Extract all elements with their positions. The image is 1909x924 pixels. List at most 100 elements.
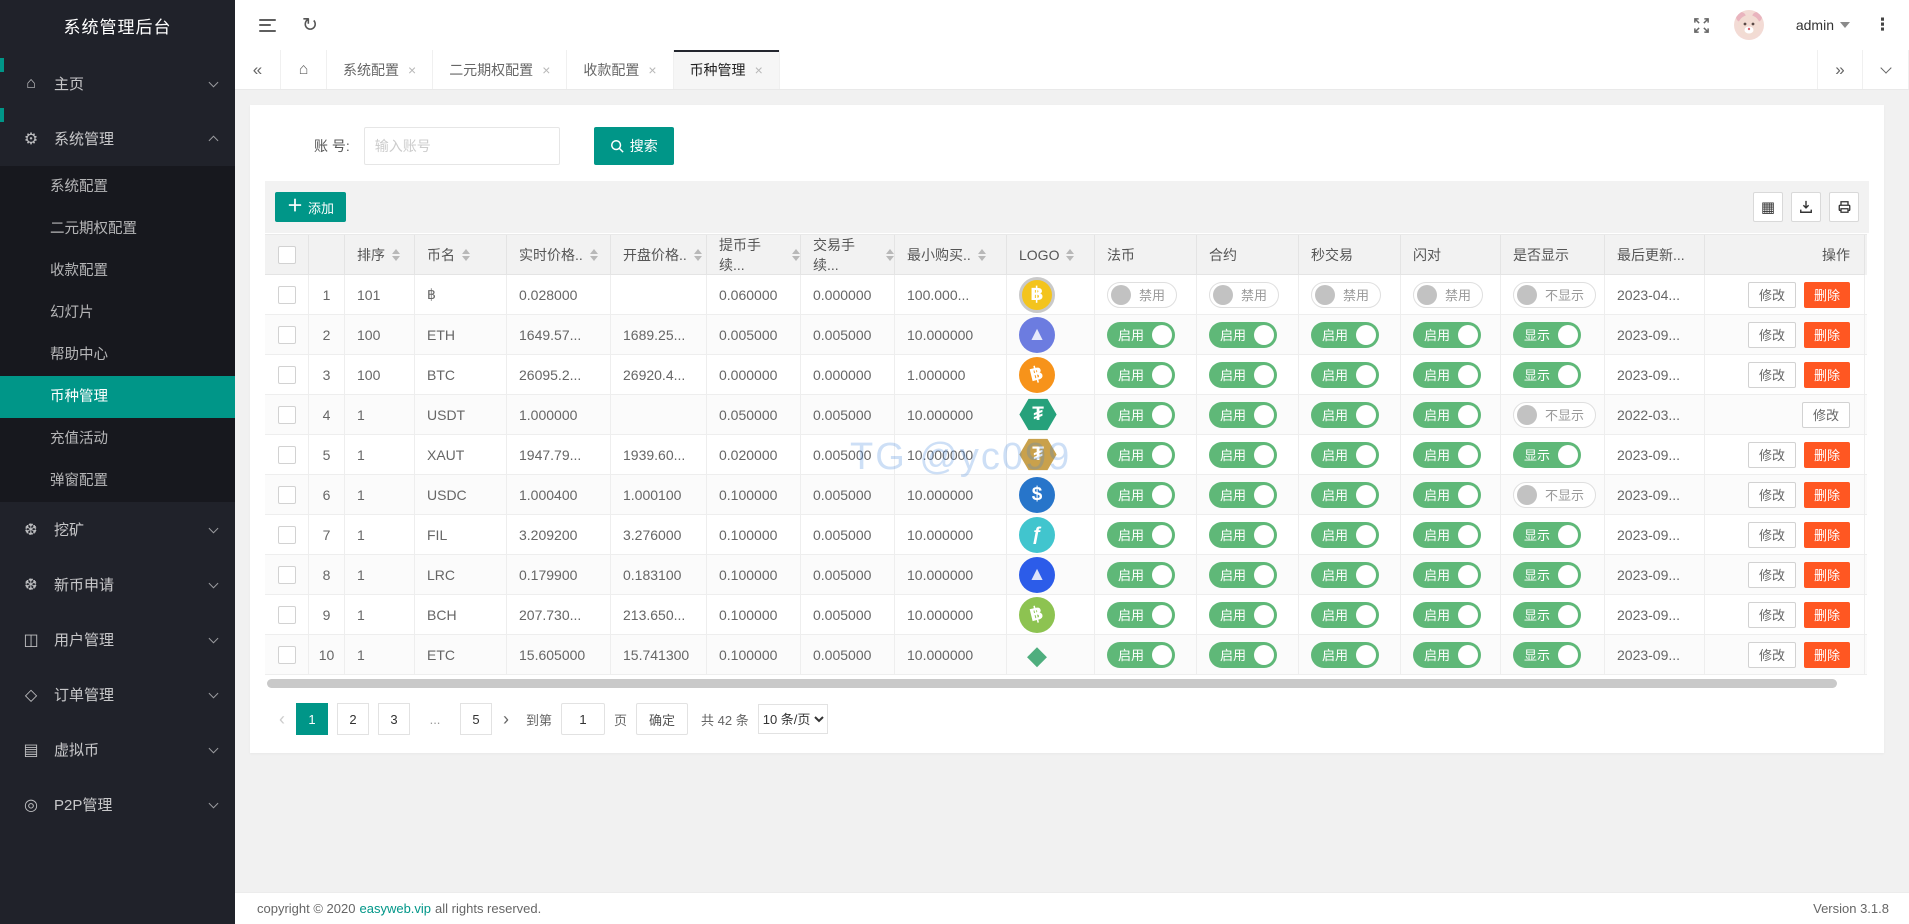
select-all-checkbox[interactable] [277, 245, 296, 264]
delete-button[interactable]: 删除 [1803, 361, 1850, 388]
flash-toggle[interactable]: 启用 [1413, 521, 1482, 548]
page-button[interactable]: 3 [378, 703, 410, 735]
edit-button[interactable]: 修改 [1747, 561, 1796, 588]
sort-icon[interactable] [792, 248, 800, 261]
row-checkbox[interactable] [277, 485, 296, 504]
contract-toggle[interactable]: 启用 [1209, 601, 1278, 628]
tab-binary-option-config[interactable]: 二元期权配置 × [433, 50, 568, 89]
per-page-select[interactable]: 10 条/页 [757, 704, 828, 734]
sidebar-item-user-management[interactable]: ◫ 用户管理 [0, 612, 235, 667]
menu-collapse-icon[interactable] [259, 18, 276, 32]
footer-link[interactable]: easyweb.vip [359, 901, 431, 916]
row-checkbox[interactable] [277, 605, 296, 624]
sort-icon[interactable] [1066, 248, 1075, 261]
close-icon[interactable]: × [408, 62, 416, 78]
sort-icon[interactable] [392, 248, 400, 261]
sidebar-item-system-management[interactable]: ⚙ 系统管理 [0, 111, 235, 166]
sidebar-item-popup-config[interactable]: 弹窗配置 [0, 460, 235, 502]
sidebar-item-coin-management[interactable]: 币种管理 [0, 376, 235, 418]
edit-button[interactable]: 修改 [1747, 641, 1796, 668]
sidebar-item-order-management[interactable]: ◇ 订单管理 [0, 667, 235, 722]
tab-payment-config[interactable]: 收款配置 × [567, 50, 674, 89]
delete-button[interactable]: 删除 [1803, 481, 1850, 508]
edit-button[interactable]: 修改 [1747, 521, 1796, 548]
delete-button[interactable]: 删除 [1803, 321, 1850, 348]
export-icon[interactable] [1791, 192, 1821, 222]
sidebar-item-p2p-management[interactable]: ◎ P2P管理 [0, 777, 235, 832]
horizontal-scrollbar[interactable] [267, 679, 1837, 688]
contract-toggle[interactable]: 启用 [1209, 641, 1278, 668]
row-checkbox[interactable] [277, 445, 296, 464]
page-button[interactable]: 5 [460, 703, 492, 735]
fiat-toggle[interactable]: 启用 [1107, 481, 1176, 508]
row-checkbox[interactable] [277, 325, 296, 344]
sidebar-item-help-center[interactable]: 帮助中心 [0, 334, 235, 376]
fiat-toggle[interactable]: 启用 [1107, 521, 1176, 548]
columns-filter-icon[interactable]: ▦ [1753, 192, 1783, 222]
flash-toggle[interactable]: 启用 [1413, 601, 1482, 628]
visible-toggle[interactable]: 不显示 [1513, 481, 1597, 508]
sidebar-item-virtual-coin[interactable]: ▤ 虚拟币 [0, 722, 235, 777]
contract-toggle[interactable]: 启用 [1209, 441, 1278, 468]
seconds-toggle[interactable]: 启用 [1311, 481, 1380, 508]
refresh-icon[interactable]: ↻ [302, 16, 318, 35]
edit-button[interactable]: 修改 [1747, 441, 1796, 468]
close-icon[interactable]: × [648, 62, 656, 78]
avatar[interactable] [1733, 10, 1764, 40]
contract-toggle[interactable]: 启用 [1209, 321, 1278, 348]
sort-icon[interactable] [977, 248, 986, 261]
edit-button[interactable]: 修改 [1747, 361, 1796, 388]
edit-button[interactable]: 修改 [1801, 401, 1850, 428]
contract-toggle[interactable]: 启用 [1209, 561, 1278, 588]
sidebar-item-system-config[interactable]: 系统配置 [0, 166, 235, 208]
row-checkbox[interactable] [277, 645, 296, 664]
fiat-toggle[interactable]: 启用 [1107, 361, 1176, 388]
row-checkbox[interactable] [277, 525, 296, 544]
visible-toggle[interactable]: 显示 [1513, 361, 1582, 388]
visible-toggle[interactable]: 显示 [1513, 321, 1582, 348]
fiat-toggle[interactable]: 启用 [1107, 321, 1176, 348]
sidebar-item-mining[interactable]: ❆ 挖矿 [0, 502, 235, 557]
fiat-toggle[interactable]: 启用 [1107, 401, 1176, 428]
fiat-toggle[interactable]: 启用 [1107, 561, 1176, 588]
delete-button[interactable]: 删除 [1803, 521, 1850, 548]
fiat-toggle[interactable]: 启用 [1107, 601, 1176, 628]
visible-toggle[interactable]: 显示 [1513, 561, 1582, 588]
contract-toggle[interactable]: 启用 [1209, 521, 1278, 548]
visible-toggle[interactable]: 显示 [1513, 601, 1582, 628]
row-checkbox[interactable] [277, 365, 296, 384]
sort-icon[interactable] [462, 248, 470, 261]
visible-toggle[interactable]: 不显示 [1513, 281, 1597, 308]
contract-toggle[interactable]: 启用 [1209, 361, 1278, 388]
row-checkbox[interactable] [277, 405, 296, 424]
user-menu[interactable]: admin [1788, 17, 1850, 33]
sidebar-item-home[interactable]: ⌂ 主页 [0, 56, 235, 111]
contract-toggle[interactable]: 启用 [1209, 401, 1278, 428]
delete-button[interactable]: 删除 [1803, 281, 1850, 308]
visible-toggle[interactable]: 显示 [1513, 641, 1582, 668]
sort-icon[interactable] [589, 248, 598, 261]
sidebar-item-slides[interactable]: 幻灯片 [0, 292, 235, 334]
sidebar-item-binary-option-config[interactable]: 二元期权配置 [0, 208, 235, 250]
close-icon[interactable]: × [755, 62, 763, 78]
flash-toggle[interactable]: 禁用 [1413, 281, 1484, 308]
row-checkbox[interactable] [277, 565, 296, 584]
prev-page-icon[interactable]: ‹ [277, 709, 287, 730]
tabs-menu-icon[interactable] [1863, 50, 1909, 89]
sidebar-item-new-coin-apply[interactable]: ❆ 新币申请 [0, 557, 235, 612]
fiat-toggle[interactable]: 启用 [1107, 641, 1176, 668]
confirm-button[interactable]: 确定 [636, 703, 689, 735]
delete-button[interactable]: 删除 [1803, 641, 1850, 668]
sidebar-item-recharge-activity[interactable]: 充值活动 [0, 418, 235, 460]
fullscreen-icon[interactable] [1693, 17, 1710, 34]
tabs-scroll-right-icon[interactable]: » [1817, 50, 1863, 89]
seconds-toggle[interactable]: 启用 [1311, 401, 1380, 428]
page-button[interactable]: 2 [337, 703, 369, 735]
delete-button[interactable]: 删除 [1803, 561, 1850, 588]
flash-toggle[interactable]: 启用 [1413, 361, 1482, 388]
seconds-toggle[interactable]: 启用 [1311, 521, 1380, 548]
tab-coin-management[interactable]: 币种管理 × [673, 50, 780, 89]
search-button[interactable]: 搜索 [593, 127, 674, 165]
contract-toggle[interactable]: 启用 [1209, 481, 1278, 508]
print-icon[interactable] [1829, 192, 1859, 222]
